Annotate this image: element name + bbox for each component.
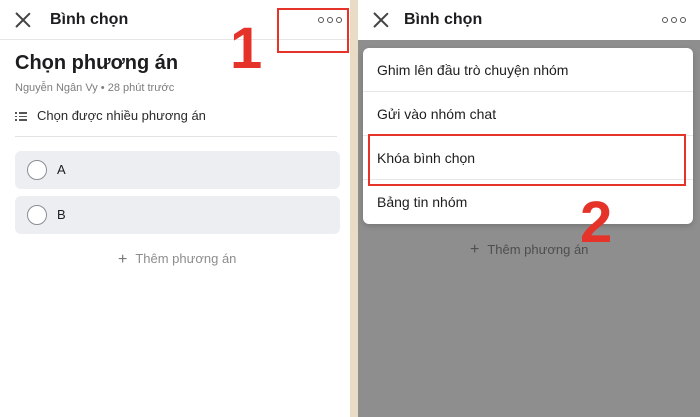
highlight-box-lock	[368, 134, 686, 186]
more-icon[interactable]	[662, 11, 686, 29]
highlight-box-more	[277, 8, 349, 53]
header-title: Bình chọn	[50, 11, 129, 28]
list-icon	[15, 111, 27, 121]
right-header: Bình chọn	[358, 0, 700, 40]
menu-item-pin[interactable]: Ghim lên đầu trò chuyện nhóm	[363, 48, 693, 92]
poll-meta: Nguyễn Ngân Vy • 28 phút trước	[15, 82, 175, 94]
multi-choice-label: Chọn được nhiều phương án	[37, 108, 206, 123]
poll-option-b[interactable]: B	[15, 196, 340, 234]
menu-item-label: Bảng tin nhóm	[377, 194, 468, 210]
plus-icon: +	[470, 241, 480, 258]
add-option-button[interactable]: + Thêm phương án	[118, 250, 236, 268]
radio-icon[interactable]	[27, 205, 47, 225]
radio-icon[interactable]	[27, 160, 47, 180]
menu-item-send-to-chat[interactable]: Gửi vào nhóm chat	[363, 92, 693, 136]
close-icon[interactable]	[14, 11, 32, 29]
header-title: Bình chọn	[404, 11, 483, 28]
poll-option-a[interactable]: A	[15, 151, 340, 189]
add-option-label: Thêm phương án	[135, 251, 237, 266]
option-label: A	[57, 162, 66, 177]
poll-title: Chọn phương án	[15, 52, 179, 74]
option-label: B	[57, 207, 66, 222]
menu-item-group-board[interactable]: Bảng tin nhóm	[363, 180, 693, 224]
add-option-label: Thêm phương án	[487, 242, 589, 257]
close-icon[interactable]	[372, 11, 390, 29]
left-screen: Bình chọn Chọn phương án Nguyễn Ngân Vy …	[0, 0, 350, 417]
step-number-1: 1	[230, 16, 263, 81]
menu-item-label: Ghim lên đầu trò chuyện nhóm	[377, 62, 569, 78]
multi-choice-row: Chọn được nhiều phương án	[15, 105, 337, 137]
add-option-button: + Thêm phương án	[470, 241, 588, 259]
right-screen: Bình chọn + Thêm phương án Ghim lên đầu t…	[358, 0, 700, 417]
plus-icon: +	[118, 251, 128, 268]
step-number-2: 2	[580, 190, 613, 255]
menu-item-label: Gửi vào nhóm chat	[377, 106, 497, 122]
panel-divider	[350, 0, 358, 417]
